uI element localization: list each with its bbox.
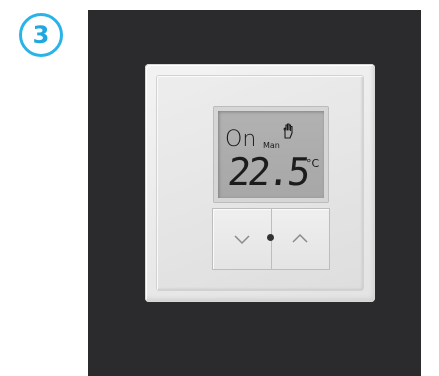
mode-indicator: On [225,127,257,152]
manual-label: Man [263,141,280,150]
hand-icon [282,123,296,143]
temperature-down-button[interactable] [213,209,271,269]
button-panel [213,209,329,269]
thermostat-frame: On Man 22.5 °C [145,64,375,302]
temperature-unit: °C [306,157,320,170]
step-number: 3 [32,21,50,49]
chevron-up-icon [292,233,308,243]
chevron-down-icon [234,235,250,245]
status-dot [267,234,274,241]
thermostat-photo: On Man 22.5 °C [88,10,421,376]
lcd-display: On Man 22.5 °C [218,111,324,198]
temperature-up-button[interactable] [272,209,330,269]
thermostat-insert: On Man 22.5 °C [157,76,363,290]
step-number-badge: 3 [19,13,63,57]
temperature-readout: 22.5 [225,150,310,194]
display-bezel: On Man 22.5 °C [213,106,329,203]
